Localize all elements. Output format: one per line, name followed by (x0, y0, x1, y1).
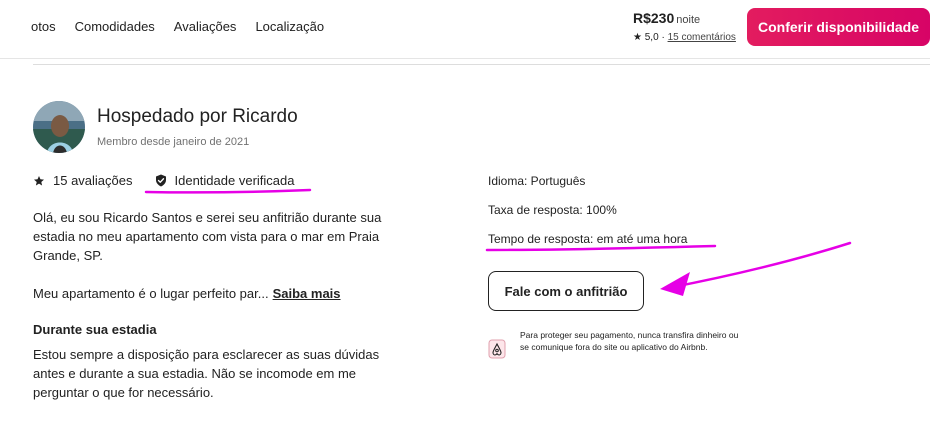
price-line: R$230 noite (633, 10, 736, 26)
host-bio-more: Meu apartamento é o lugar perfeito par..… (33, 286, 341, 301)
host-reviews-count: 15 avaliações (53, 173, 133, 188)
avatar[interactable] (33, 101, 85, 153)
price-unit: noite (676, 14, 701, 26)
host-response-time: Tempo de resposta: em até uma hora (488, 232, 688, 246)
section-nav: otos Comodidades Avaliações Localização (31, 19, 324, 34)
nav-item-photos[interactable]: otos (31, 19, 56, 34)
during-stay-text: Estou sempre a disposição para esclarece… (33, 347, 380, 400)
host-language: Idioma: Português (488, 174, 586, 188)
section-divider (33, 64, 930, 65)
identity-verified-label: Identidade verificada (174, 173, 295, 188)
nav-item-amenities[interactable]: Comodidades (75, 19, 155, 34)
rating-separator: · (661, 32, 665, 43)
shield-check-icon (155, 174, 166, 187)
star-icon (34, 175, 44, 185)
price-summary: R$230 noite ★ 5,0 · 15 comentários (633, 10, 736, 43)
contact-host-button[interactable]: Fale com o anfitrião (488, 271, 644, 311)
reviews-link[interactable]: 15 comentários (668, 32, 736, 43)
check-availability-button[interactable]: Conferir disponibilidade (747, 8, 930, 46)
avatar-photo (33, 101, 85, 153)
payment-protection-text: Para proteger seu pagamento, nunca trans… (520, 330, 739, 352)
host-bio: Olá, eu sou Ricardo Santos e serei seu a… (33, 210, 382, 263)
underline-identity-verified (144, 188, 312, 194)
host-stats: 15 avaliações Identidade verificada (33, 173, 294, 188)
underline-response-time (485, 244, 717, 252)
payment-protection-note: Para proteger seu pagamento, nunca trans… (488, 329, 740, 359)
host-title: Hospedado por Ricardo (97, 106, 298, 127)
during-stay-heading: Durante sua estadia (33, 322, 157, 337)
nav-item-location[interactable]: Localização (255, 19, 324, 34)
bio-truncated-text: Meu apartamento é o lugar perfeito par..… (33, 286, 269, 301)
member-since: Membro desde janeiro de 2021 (97, 136, 250, 148)
annotation-arrow-shaft (666, 241, 852, 290)
sticky-header: otos Comodidades Avaliações Localização … (0, 0, 930, 58)
rating-line: ★ 5,0 · 15 comentários (633, 32, 736, 43)
host-reviews-stat: 15 avaliações (33, 173, 133, 188)
star-icon: ★ (633, 32, 642, 43)
nav-item-reviews[interactable]: Avaliações (174, 19, 237, 34)
identity-verified-stat: Identidade verificada (155, 173, 295, 188)
annotation-arrowhead (660, 272, 690, 296)
rating-value: 5,0 (644, 32, 659, 43)
read-more-link[interactable]: Saiba mais (273, 286, 341, 301)
header-divider (0, 58, 930, 59)
host-response-rate: Taxa de resposta: 100% (488, 203, 617, 217)
airbnb-logo-icon (488, 339, 506, 359)
price-value: R$230 (633, 10, 675, 26)
